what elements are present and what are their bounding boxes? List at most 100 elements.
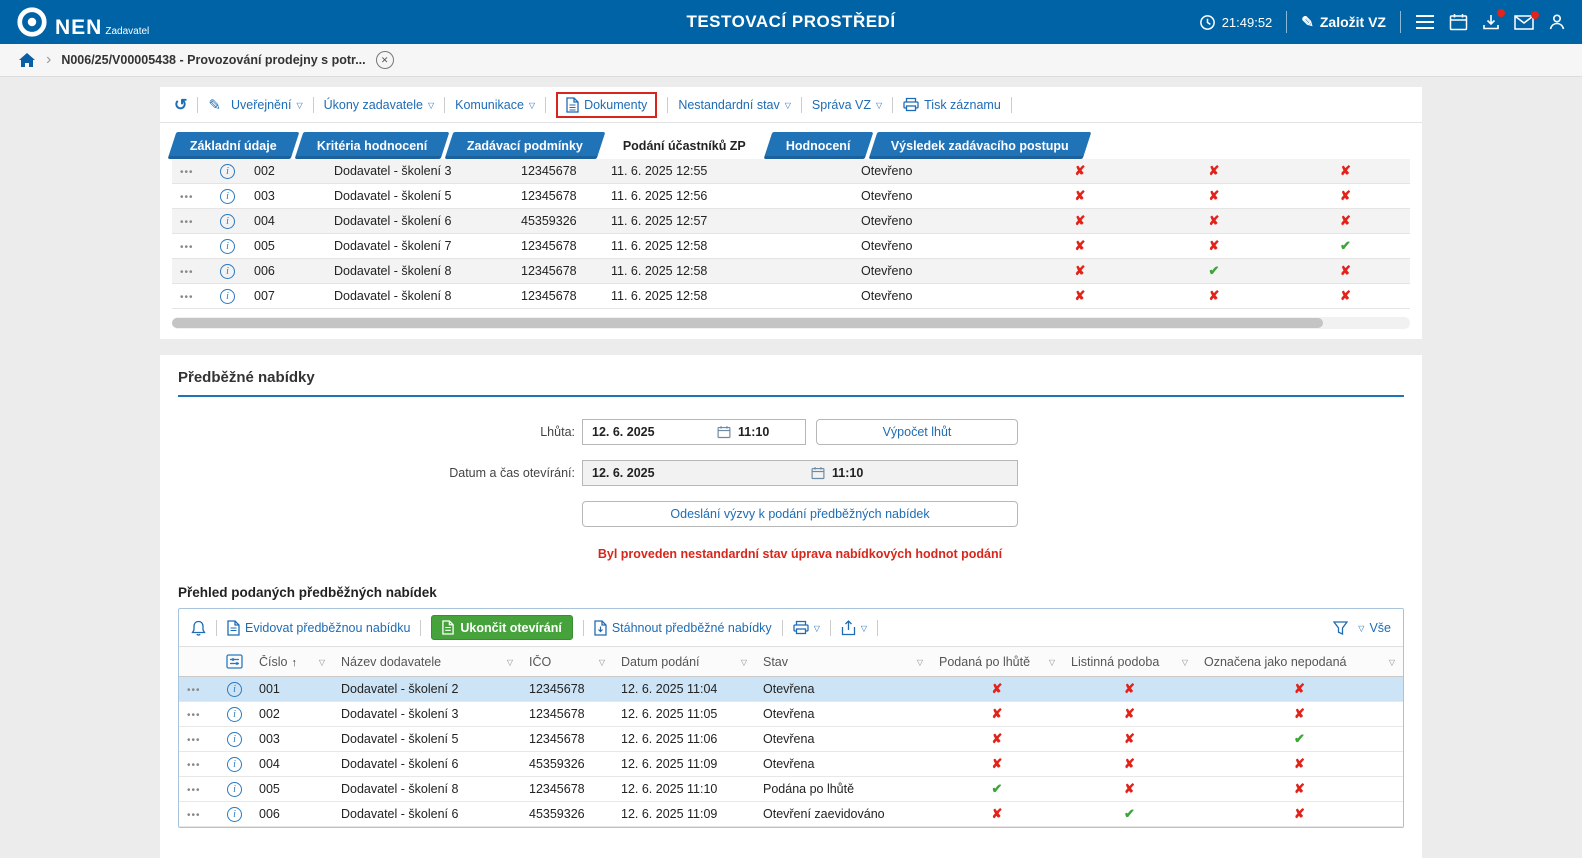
row-menu-icon[interactable] [180,214,194,228]
table-row[interactable]: 001 Dodavatel - školení 2 12345678 12. 6… [179,677,1403,702]
mail-icon[interactable] [1514,10,1539,30]
row-menu-icon[interactable] [180,289,194,303]
scrollbar-thumb[interactable] [172,318,1324,328]
filter-icon[interactable] [1333,620,1349,635]
tab[interactable]: Podání účastníků ZP [600,132,769,159]
print-menu-button[interactable] [793,620,820,635]
table-row[interactable]: 005 Dodavatel - školení 8 12345678 12. 6… [179,777,1403,802]
tab[interactable]: Kritéria hodnocení [294,132,450,159]
toolbar-item-uverejneni[interactable]: Uveřejnění [231,98,303,112]
tab[interactable]: Výsledek zadávacího postupu [868,132,1092,159]
table-row[interactable]: 006 Dodavatel - školení 8 12345678 11. 6… [172,259,1410,284]
row-menu-icon[interactable] [187,757,201,771]
info-icon[interactable] [220,239,235,254]
close-icon[interactable] [375,51,394,69]
tab[interactable]: Zadávací podmínky [444,132,606,159]
create-vz-button[interactable]: Založit VZ [1301,13,1386,31]
toolbar-item-sprava-vz[interactable]: Správa VZ [812,98,882,112]
info-icon[interactable] [220,189,235,204]
row-menu-icon[interactable] [187,782,201,796]
info-icon[interactable] [227,682,242,697]
calculate-deadlines-button[interactable]: Výpočet lhůt [816,419,1018,445]
table-row[interactable]: 007 Dodavatel - školení 8 12345678 11. 6… [172,284,1410,309]
column-menu-icon[interactable] [507,655,513,669]
breadcrumb-item[interactable]: N006/25/V00005438 - Provozování prodejny… [61,53,365,67]
column-header-podana[interactable]: Podaná po lhůtě [931,655,1063,669]
nen-logo[interactable]: NEN Zadavatel [16,6,149,38]
table-row[interactable]: 004 Dodavatel - školení 6 45359326 12. 6… [179,752,1403,777]
column-menu-icon[interactable] [1389,655,1395,669]
column-menu-icon[interactable] [319,655,325,669]
column-header-oznacena[interactable]: Označena jako nepodaná [1196,655,1403,669]
tab[interactable]: Základní údaje [167,132,300,159]
table-row[interactable]: 006 Dodavatel - školení 6 45359326 12. 6… [179,802,1403,827]
status: Otevřeno [861,189,913,203]
calendar-icon[interactable] [717,425,731,439]
table-row[interactable]: 002 Dodavatel - školení 3 12345678 11. 6… [172,159,1410,184]
deadline-datetime-field[interactable]: 12. 6. 2025 11:10 [582,419,806,445]
download-offers-button[interactable]: Stáhnout předběžné nabídky [594,619,772,636]
table-row[interactable]: 003 Dodavatel - školení 5 12345678 11. 6… [172,184,1410,209]
toolbar-item-komunikace[interactable]: Komunikace [455,98,535,112]
column-menu-icon[interactable] [599,655,605,669]
row-menu-icon[interactable] [180,239,194,253]
export-menu-button[interactable] [841,619,867,636]
column-menu-icon[interactable] [1049,655,1055,669]
menu-icon[interactable] [1415,14,1435,30]
row-menu-icon[interactable] [180,164,194,178]
info-icon[interactable] [227,807,242,822]
column-header-nazev[interactable]: Název dodavatele [333,655,521,669]
row-menu-icon[interactable] [187,732,201,746]
row-menu-icon[interactable] [180,189,194,203]
column-header-cislo[interactable]: Číslo [251,655,333,669]
mark-late [1013,263,1147,279]
column-menu-icon[interactable] [741,655,747,669]
column-settings-button[interactable] [179,654,251,669]
register-offer-button[interactable]: Evidovat předběžnou nabídku [227,619,410,636]
send-call-button[interactable]: Odeslání výzvy k podání předběžných nabí… [582,501,1018,527]
info-icon[interactable] [227,707,242,722]
home-icon[interactable] [18,52,36,68]
edit-icon[interactable] [208,96,221,114]
end-opening-button[interactable]: Ukončit otevírání [431,615,573,640]
column-header-stav[interactable]: Stav [755,655,931,669]
download-icon[interactable] [1482,9,1505,31]
column-header-listinna[interactable]: Listinná podoba [1063,655,1196,669]
row-menu-icon[interactable] [187,682,201,696]
mark-paper [1063,731,1196,747]
info-icon[interactable] [220,214,235,229]
toolbar-item-ukony-zadavatele[interactable]: Úkony zadavatele [324,98,435,112]
deadline-date[interactable]: 12. 6. 2025 [592,425,710,439]
horizontal-scrollbar[interactable] [172,317,1410,329]
mark-not-submitted [1281,263,1410,279]
column-menu-icon[interactable] [917,655,923,669]
toolbar-item-dokumenty-highlighted[interactable]: Dokumenty [556,91,658,118]
info-icon[interactable] [220,164,235,179]
table-row[interactable]: 004 Dodavatel - školení 6 45359326 11. 6… [172,209,1410,234]
toolbar-item-tisk-zaznamu[interactable]: Tisk záznamu [903,97,1001,112]
info-icon[interactable] [227,757,242,772]
view-all-button[interactable]: Vše [1358,621,1391,635]
info-icon[interactable] [220,289,235,304]
user-icon[interactable] [1548,13,1566,31]
info-icon[interactable] [227,732,242,747]
calendar-icon[interactable] [1449,13,1468,31]
row-menu-icon[interactable] [187,707,201,721]
info-icon[interactable] [227,782,242,797]
mark-late [1013,163,1147,179]
history-icon[interactable] [174,95,187,115]
column-header-ico[interactable]: IČO [521,655,613,669]
row-menu-icon[interactable] [187,807,201,821]
column-header-datum[interactable]: Datum podání [613,655,755,669]
row-menu-icon[interactable] [180,264,194,278]
bell-icon[interactable] [191,620,206,636]
mark-paper [1147,263,1281,279]
table-row[interactable]: 002 Dodavatel - školení 3 12345678 12. 6… [179,702,1403,727]
deadline-time[interactable]: 11:10 [738,425,769,439]
info-icon[interactable] [220,264,235,279]
table-row[interactable]: 005 Dodavatel - školení 7 12345678 11. 6… [172,234,1410,259]
toolbar-item-nestandardni-stav[interactable]: Nestandardní stav [678,98,791,112]
column-menu-icon[interactable] [1182,655,1188,669]
tab[interactable]: Hodnocení [763,132,874,159]
table-row[interactable]: 003 Dodavatel - školení 5 12345678 12. 6… [179,727,1403,752]
